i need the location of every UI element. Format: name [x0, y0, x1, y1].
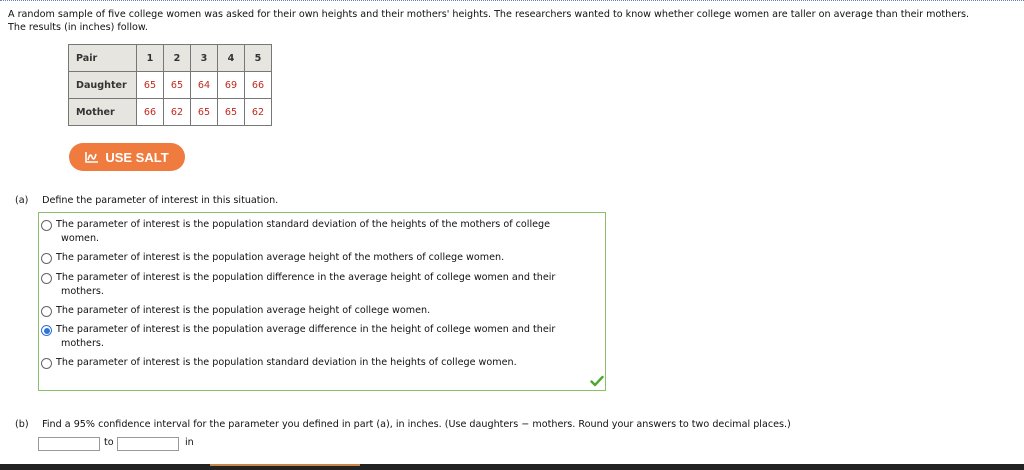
daughter-header: Daughter [68, 71, 137, 99]
option-text: The parameter of interest is the populat… [56, 357, 517, 368]
radio-button[interactable] [41, 273, 52, 284]
part-a-text: Define the parameter of interest in this… [42, 195, 279, 206]
mother-cell: 65 [217, 98, 245, 126]
part-b-question: (b) Find a 95% confidence interval for t… [15, 419, 791, 430]
radio-button[interactable] [41, 220, 52, 231]
use-salt-button[interactable]: USE SALT [69, 143, 185, 171]
daughter-cell: 65 [163, 71, 191, 99]
radio-button[interactable] [41, 253, 52, 264]
pair-cell: 2 [163, 44, 191, 72]
bottom-bar [0, 464, 1024, 470]
top-divider [0, 0, 1024, 1]
daughter-row: Daughter 65 65 64 69 66 [68, 71, 272, 99]
option-text-cont: mothers. [61, 285, 104, 297]
option-text: The parameter of interest is the populat… [56, 305, 431, 316]
use-salt-label: USE SALT [105, 149, 169, 165]
pair-cell: 4 [217, 44, 245, 72]
option-text-cont: mothers. [61, 337, 104, 349]
heights-table: Pair 1 2 3 4 5 Daughter 65 65 64 69 66 M… [68, 44, 272, 126]
daughter-cell: 64 [190, 71, 218, 99]
option-text: The parameter of interest is the populat… [56, 219, 551, 230]
option-text: The parameter of interest is the populat… [56, 272, 556, 283]
radio-button-selected[interactable] [41, 325, 52, 336]
to-label: to [104, 437, 114, 448]
upper-bound-input[interactable] [117, 437, 179, 451]
daughter-cell: 69 [217, 71, 245, 99]
lower-bound-input[interactable] [38, 437, 100, 451]
part-b-label: (b) [15, 419, 29, 430]
problem-intro: A random sample of five college women wa… [8, 8, 1018, 34]
mother-cell: 65 [190, 98, 218, 126]
unit-label: in [185, 437, 194, 448]
option-text-cont: women. [61, 232, 100, 244]
mother-cell: 66 [136, 98, 164, 126]
salt-icon [85, 152, 99, 163]
mother-row: Mother 66 62 65 65 62 [68, 98, 272, 126]
daughter-cell: 65 [136, 71, 164, 99]
part-a-question: (a) Define the parameter of interest in … [15, 195, 278, 206]
option-text: The parameter of interest is the populat… [56, 324, 556, 335]
pair-cell: 5 [244, 44, 272, 72]
part-a-label: (a) [15, 195, 29, 206]
daughter-cell: 66 [244, 71, 272, 99]
pair-cell: 1 [136, 44, 164, 72]
intro-line-1: A random sample of five college women wa… [8, 9, 970, 20]
radio-button[interactable] [41, 358, 52, 369]
checkmark-icon [590, 375, 604, 387]
mother-cell: 62 [163, 98, 191, 126]
pair-header: Pair [68, 44, 137, 72]
option-text: The parameter of interest is the populat… [56, 252, 505, 263]
intro-line-2: The results (in inches) follow. [8, 22, 148, 33]
pair-row: Pair 1 2 3 4 5 [68, 44, 272, 72]
mother-cell: 62 [244, 98, 272, 126]
pair-cell: 3 [190, 44, 218, 72]
mother-header: Mother [68, 98, 137, 126]
part-b-text: Find a 95% confidence interval for the p… [42, 419, 791, 430]
radio-button[interactable] [41, 306, 52, 317]
